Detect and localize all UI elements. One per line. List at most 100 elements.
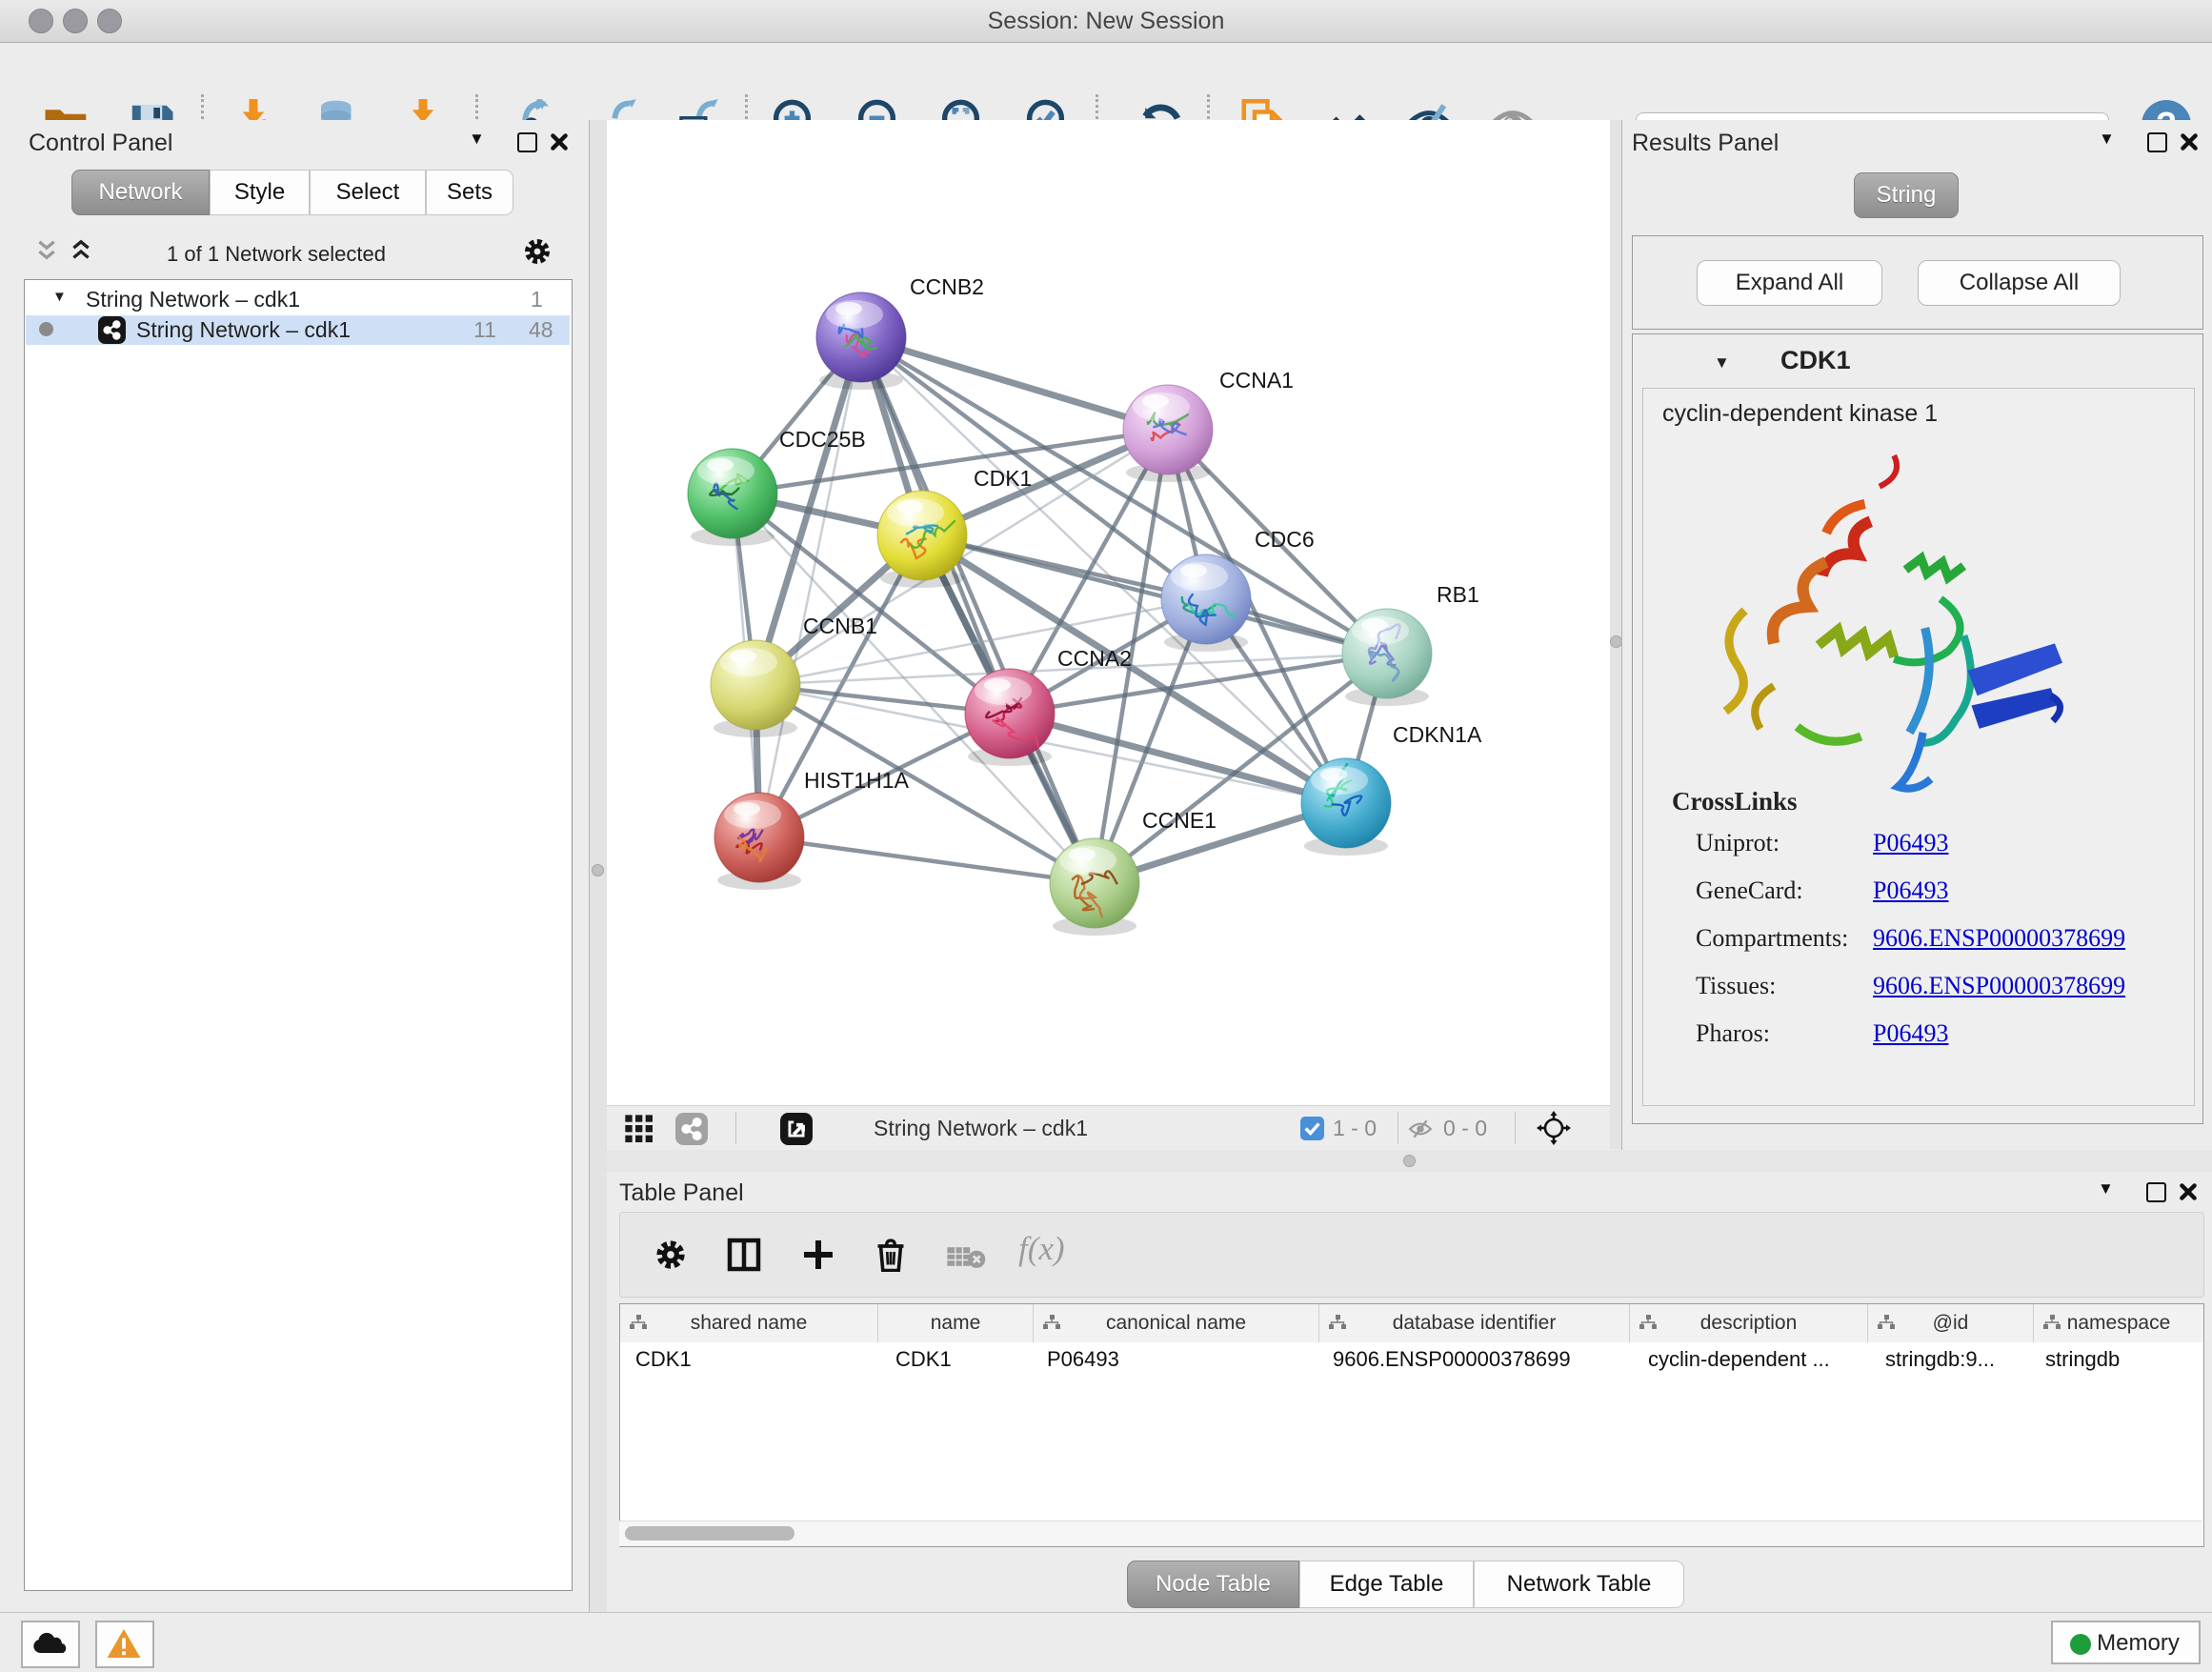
table-cell[interactable]: stringdb:9... bbox=[1868, 1342, 2034, 1377]
table-cell[interactable]: CDK1 bbox=[620, 1342, 878, 1377]
panel-menu-button[interactable]: ▼ bbox=[469, 130, 485, 149]
cloud-status-button[interactable] bbox=[21, 1621, 80, 1668]
panel-close-button[interactable] bbox=[2179, 131, 2200, 152]
panel-float-button[interactable] bbox=[517, 132, 537, 152]
column-header[interactable]: name bbox=[878, 1304, 1034, 1342]
divider-grip[interactable] bbox=[592, 864, 604, 876]
warnings-button[interactable] bbox=[95, 1621, 154, 1668]
table-cell[interactable]: P06493 bbox=[1034, 1342, 1319, 1377]
selected-checkbox-icon[interactable] bbox=[1300, 1117, 1324, 1140]
table-horizontal-scrollbar[interactable] bbox=[619, 1521, 2202, 1546]
sphere-gloss bbox=[1180, 564, 1207, 577]
network-options-gear-icon[interactable] bbox=[522, 236, 553, 267]
network-tree-child-row[interactable]: String Network – cdk1 11 48 bbox=[26, 315, 570, 345]
column-header[interactable]: canonical name bbox=[1034, 1304, 1319, 1342]
tree-child-node-count: 11 bbox=[473, 317, 496, 343]
crosslink-link[interactable]: P06493 bbox=[1873, 829, 1948, 857]
delete-column-icon[interactable] bbox=[874, 1238, 908, 1272]
sphere-gloss bbox=[835, 302, 862, 315]
create-column-icon[interactable] bbox=[801, 1238, 835, 1272]
node-label: CDC6 bbox=[1255, 527, 1315, 552]
gene-description: cyclin-dependent kinase 1 bbox=[1662, 400, 1938, 428]
network-edge[interactable] bbox=[759, 337, 861, 837]
network-view-title: String Network – cdk1 bbox=[874, 1116, 1088, 1141]
network-edge[interactable] bbox=[922, 535, 1387, 654]
tree-child-label: String Network – cdk1 bbox=[136, 317, 351, 343]
sphere-gloss bbox=[730, 650, 756, 663]
table-cell[interactable]: CDK1 bbox=[878, 1342, 1034, 1377]
table-cell[interactable]: stringdb bbox=[2034, 1342, 2203, 1377]
node-label: CCNA2 bbox=[1057, 646, 1132, 671]
crosslink-link[interactable]: 9606.ENSP00000378699 bbox=[1873, 924, 2125, 953]
crosslink-link[interactable]: P06493 bbox=[1873, 876, 1948, 905]
expand-all-chevron-icon[interactable] bbox=[69, 238, 93, 265]
collapse-all-chevron-icon[interactable] bbox=[34, 238, 59, 265]
column-header[interactable]: @id bbox=[1868, 1304, 2034, 1342]
panel-close-button[interactable] bbox=[549, 131, 570, 152]
crosslink-label: Tissues: bbox=[1696, 972, 1776, 999]
network-graph[interactable]: CCNB2CCNA1CDC25BCDK1CDC6RB1CCNB1CCNA2CDK… bbox=[607, 120, 1610, 1105]
selected-counts: 1 - 0 bbox=[1333, 1116, 1377, 1141]
network-canvas[interactable]: CCNB2CCNA1CDC25BCDK1CDC6RB1CCNB1CCNA2CDK… bbox=[607, 120, 1611, 1105]
tab-string[interactable]: String bbox=[1854, 172, 1959, 218]
column-header[interactable]: database identifier bbox=[1319, 1304, 1630, 1342]
network-selection-status: 1 of 1 Network selected bbox=[114, 242, 438, 267]
network-edge[interactable] bbox=[759, 837, 1095, 883]
section-collapse-icon[interactable]: ▼ bbox=[1714, 353, 1730, 373]
crosslinks-title: CrossLinks bbox=[1672, 787, 1798, 816]
main-toolbar: ? bbox=[0, 43, 2212, 121]
network-badge-gray-icon[interactable] bbox=[675, 1113, 708, 1145]
tree-child-edge-count: 48 bbox=[529, 317, 553, 343]
crosslink-label: Compartments: bbox=[1696, 924, 1848, 952]
pan-tool-icon[interactable] bbox=[1537, 1111, 1571, 1145]
node-label: CDK1 bbox=[974, 466, 1032, 491]
divider-grip[interactable] bbox=[1403, 1155, 1416, 1167]
tab-network-table[interactable]: Network Table bbox=[1474, 1561, 1684, 1608]
tab-sets[interactable]: Sets bbox=[426, 170, 513, 215]
panel-divider-horizontal[interactable] bbox=[607, 1150, 2212, 1172]
crosslink-label: GeneCard: bbox=[1696, 876, 1803, 904]
section-gene-name: CDK1 bbox=[1780, 346, 1851, 375]
string-network-badge-icon bbox=[98, 316, 126, 344]
table-cell[interactable]: cyclin-dependent ... bbox=[1630, 1342, 1868, 1377]
memory-button[interactable]: Memory bbox=[2051, 1621, 2201, 1664]
delete-table-icon-disabled bbox=[946, 1243, 986, 1270]
panel-menu-button[interactable]: ▼ bbox=[2099, 130, 2115, 149]
node-table: shared name name canonical name database… bbox=[619, 1303, 2204, 1547]
sphere-gloss bbox=[1320, 768, 1347, 781]
column-header[interactable]: namespace bbox=[2034, 1304, 2203, 1342]
column-header[interactable]: shared name bbox=[620, 1304, 878, 1342]
panel-menu-button[interactable]: ▼ bbox=[2098, 1179, 2114, 1199]
open-view-icon[interactable] bbox=[780, 1113, 813, 1145]
panel-divider-right[interactable] bbox=[1610, 120, 1621, 1149]
tab-network[interactable]: Network bbox=[71, 170, 210, 215]
node-label: RB1 bbox=[1437, 582, 1479, 607]
table-options-gear-icon[interactable] bbox=[654, 1238, 688, 1272]
crosslinks-list: Uniprot:P06493 GeneCard:P06493 Compartme… bbox=[1696, 829, 1848, 1067]
panel-close-button[interactable] bbox=[2178, 1181, 2199, 1202]
tab-node-table[interactable]: Node Table bbox=[1127, 1561, 1299, 1608]
node-label: CDKN1A bbox=[1393, 722, 1482, 747]
tab-edge-table[interactable]: Edge Table bbox=[1299, 1561, 1474, 1608]
expand-all-button[interactable]: Expand All bbox=[1697, 260, 1882, 306]
scrollbar-thumb[interactable] bbox=[625, 1526, 794, 1541]
collapse-all-button[interactable]: Collapse All bbox=[1918, 260, 2121, 306]
window-title-bar: Session: New Session bbox=[0, 0, 2212, 43]
sphere-gloss bbox=[1142, 394, 1169, 408]
crosslink-link[interactable]: P06493 bbox=[1873, 1019, 1948, 1048]
table-cell[interactable]: 9606.ENSP00000378699 bbox=[1319, 1342, 1630, 1377]
network-edge[interactable] bbox=[861, 337, 1168, 430]
crosslink-link[interactable]: 9606.ENSP00000378699 bbox=[1873, 972, 2125, 1000]
panel-float-button[interactable] bbox=[2147, 132, 2167, 152]
tree-expand-icon[interactable]: ▼ bbox=[52, 289, 67, 305]
column-header[interactable]: description bbox=[1630, 1304, 1868, 1342]
tab-style[interactable]: Style bbox=[210, 170, 310, 215]
network-edge[interactable] bbox=[861, 337, 1095, 883]
tab-select[interactable]: Select bbox=[310, 170, 426, 215]
panel-float-button[interactable] bbox=[2146, 1182, 2166, 1202]
show-columns-icon[interactable] bbox=[727, 1238, 761, 1272]
network-tree-root-row[interactable]: ▼ String Network – cdk1 1 bbox=[26, 286, 570, 315]
panel-divider-left[interactable] bbox=[590, 120, 607, 1612]
grid-view-icon[interactable] bbox=[624, 1114, 654, 1144]
results-panel-title: Results Panel bbox=[1632, 130, 1779, 157]
